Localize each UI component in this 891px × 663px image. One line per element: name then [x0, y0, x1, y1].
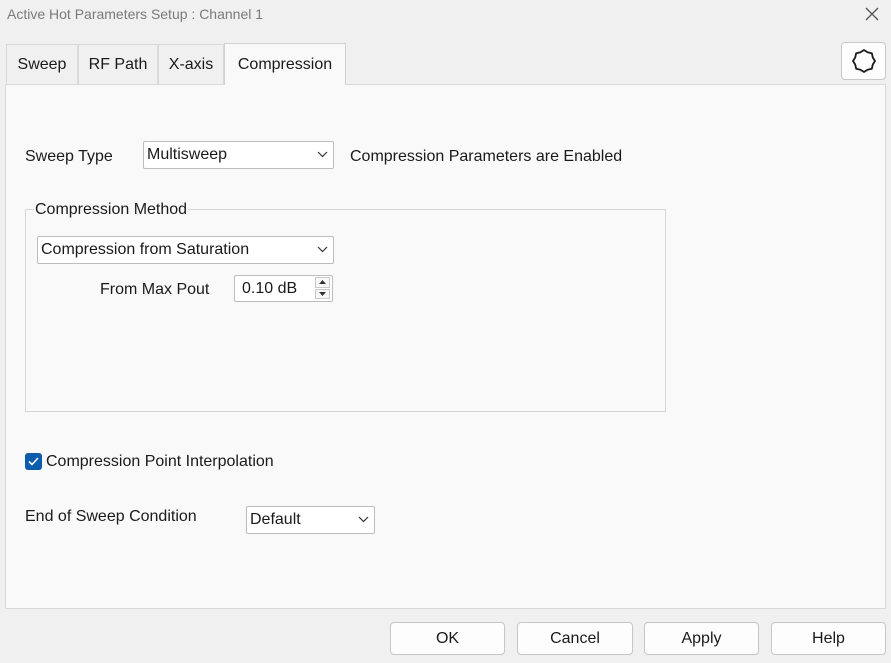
spin-down-button[interactable] — [315, 288, 330, 299]
end-condition-label: End of Sweep Condition — [25, 508, 197, 525]
compression-panel: Sweep Type Multisweep Compression Parame… — [5, 84, 886, 609]
title-bar: Active Hot Parameters Setup : Channel 1 — [0, 0, 891, 30]
gear-icon — [851, 49, 876, 73]
tab-rf-path[interactable]: RF Path — [78, 44, 158, 84]
triangle-down-icon — [319, 291, 326, 296]
tab-label: Compression — [237, 55, 333, 73]
close-button[interactable] — [861, 3, 883, 25]
settings-button[interactable] — [841, 42, 886, 80]
sweep-type-value: Multisweep — [147, 146, 228, 163]
spin-up-button[interactable] — [315, 277, 330, 288]
interpolation-label: Compression Point Interpolation — [46, 453, 274, 470]
help-button[interactable]: Help — [771, 622, 886, 655]
tab-label: RF Path — [88, 55, 148, 73]
cancel-button[interactable]: Cancel — [517, 622, 633, 655]
tab-label: X-axis — [168, 55, 214, 73]
tab-compression[interactable]: Compression — [224, 43, 346, 85]
from-max-pout-value: 0.10 dB — [242, 280, 298, 297]
sweep-type-label: Sweep Type — [25, 148, 113, 165]
compression-method-select[interactable]: Compression from Saturation — [37, 236, 334, 264]
ok-button[interactable]: OK — [390, 622, 505, 655]
sweep-type-select[interactable]: Multisweep — [143, 141, 334, 169]
compression-method-value: Compression from Saturation — [41, 241, 250, 258]
tab-sweep[interactable]: Sweep — [6, 44, 78, 84]
end-condition-value: Default — [250, 511, 301, 528]
end-condition-select[interactable]: Default — [246, 506, 375, 534]
window-title: Active Hot Parameters Setup : Channel 1 — [7, 6, 264, 22]
check-icon — [28, 457, 39, 466]
chevron-down-icon — [317, 246, 328, 253]
chevron-down-icon — [358, 516, 369, 523]
spin-buttons — [315, 277, 330, 300]
tab-label: Sweep — [17, 55, 67, 73]
tab-x-axis[interactable]: X-axis — [158, 44, 224, 84]
from-max-pout-spinbox[interactable]: 0.10 dB — [234, 275, 333, 302]
from-max-pout-label: From Max Pout — [100, 281, 210, 298]
interpolation-checkbox[interactable] — [25, 453, 42, 470]
apply-button[interactable]: Apply — [644, 622, 759, 655]
close-icon — [865, 7, 879, 21]
compression-method-title: Compression Method — [34, 201, 189, 219]
triangle-up-icon — [319, 280, 326, 285]
chevron-down-icon — [317, 151, 328, 158]
compression-status-text: Compression Parameters are Enabled — [350, 148, 623, 165]
